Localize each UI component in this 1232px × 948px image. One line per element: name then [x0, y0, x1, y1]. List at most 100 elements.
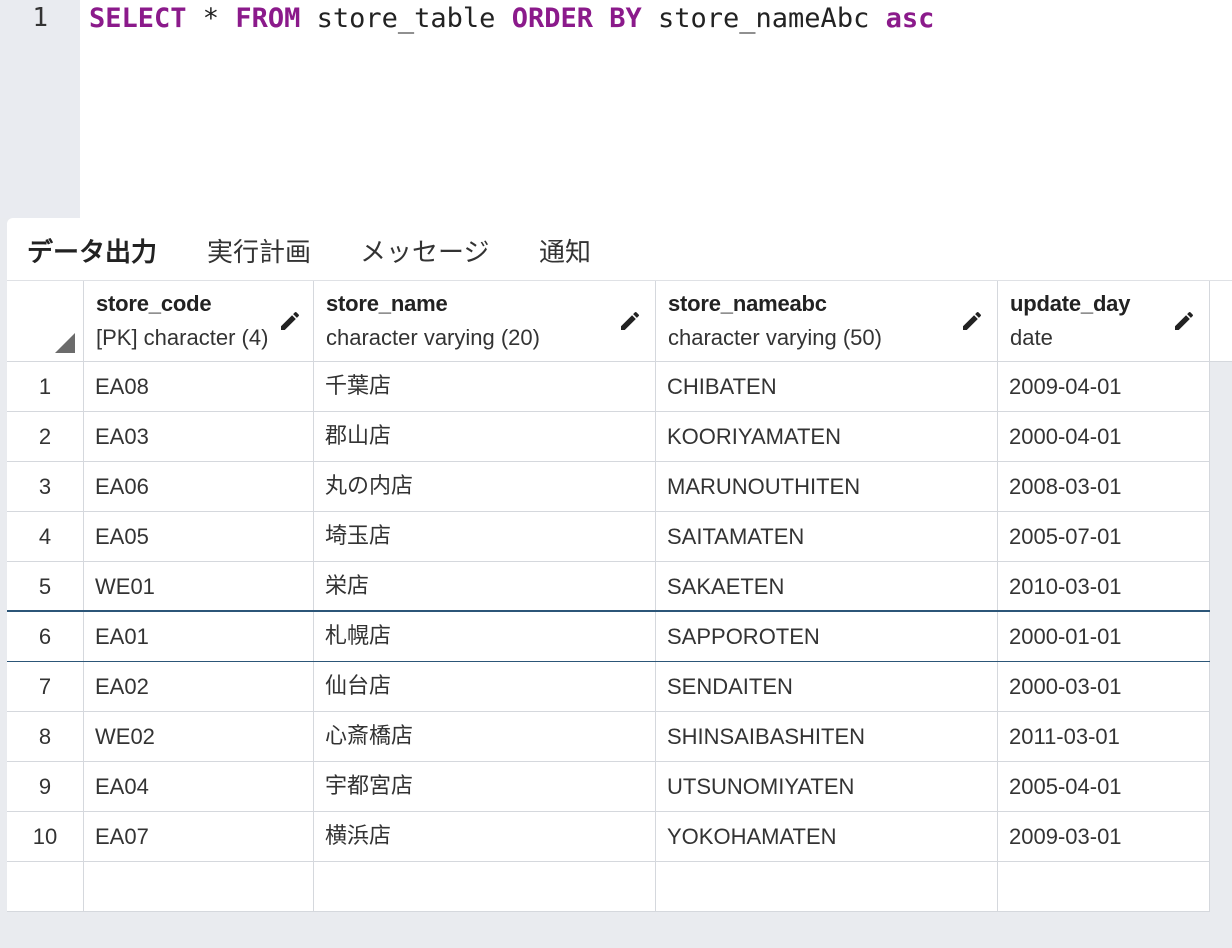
column-type: [PK] character (4) — [96, 325, 269, 350]
cell-store-nameabc[interactable]: SAITAMATEN — [656, 512, 998, 561]
keyword-order: ORDER — [511, 3, 593, 34]
row-number[interactable]: 10 — [7, 812, 84, 861]
cell-store-nameabc[interactable]: MARUNOUTHITEN — [656, 462, 998, 511]
row-number[interactable]: 9 — [7, 762, 84, 811]
keyword-asc: asc — [885, 3, 935, 34]
cell-store-nameabc[interactable]: SAKAETEN — [656, 562, 998, 611]
cell-update-day[interactable]: 2000-01-01 — [998, 612, 1210, 661]
cell-store-name[interactable]: 丸の内店 — [314, 462, 656, 511]
keyword-select: SELECT — [89, 3, 187, 34]
column-header-store-name[interactable]: store_name character varying (20) — [314, 281, 656, 361]
row-number[interactable] — [7, 862, 84, 911]
pencil-icon[interactable] — [960, 309, 984, 333]
row-number[interactable]: 4 — [7, 512, 84, 561]
cell-update-day[interactable]: 2011-03-01 — [998, 712, 1210, 761]
column-header-update-day[interactable]: update_day date — [998, 281, 1210, 361]
cell-store-code[interactable]: EA01 — [84, 612, 314, 661]
row-number[interactable]: 2 — [7, 412, 84, 461]
column-header-store-nameabc[interactable]: store_nameabc character varying (50) — [656, 281, 998, 361]
cell-update-day[interactable]: 2005-04-01 — [998, 762, 1210, 811]
cell-store-name[interactable] — [314, 862, 656, 911]
tab-messages[interactable]: メッセージ — [360, 232, 489, 269]
sql-query-line[interactable]: SELECT * FROM store_table ORDER BY store… — [89, 3, 934, 34]
table-name: store_table — [300, 3, 512, 34]
cell-update-day[interactable]: 2005-07-01 — [998, 512, 1210, 561]
cell-store-code[interactable]: WE02 — [84, 712, 314, 761]
cell-store-code[interactable]: EA07 — [84, 812, 314, 861]
cell-store-code[interactable]: EA04 — [84, 762, 314, 811]
cell-store-name[interactable]: 栄店 — [314, 562, 656, 611]
cell-store-nameabc[interactable]: SENDAITEN — [656, 662, 998, 711]
row-number[interactable]: 1 — [7, 362, 84, 411]
row-number[interactable]: 7 — [7, 662, 84, 711]
cell-store-nameabc[interactable] — [656, 862, 998, 911]
table-row[interactable]: 4 EA05 埼玉店 SAITAMATEN 2005-07-01 — [7, 512, 1210, 562]
cell-store-name[interactable]: 札幌店 — [314, 612, 656, 661]
cell-store-nameabc[interactable]: KOORIYAMATEN — [656, 412, 998, 461]
tab-notifications[interactable]: 通知 — [539, 232, 591, 269]
select-star: * — [186, 3, 236, 34]
cell-store-name[interactable]: 仙台店 — [314, 662, 656, 711]
column-name: update_day — [1010, 291, 1131, 316]
column-name: store_nameabc — [668, 291, 827, 316]
table-row[interactable]: 6 EA01 札幌店 SAPPOROTEN 2000-01-01 — [7, 610, 1210, 663]
pencil-icon[interactable] — [278, 309, 302, 333]
cell-store-name[interactable]: 横浜店 — [314, 812, 656, 861]
results-panel: データ出力 実行計画 メッセージ 通知 store_code [PK] char… — [7, 218, 1232, 948]
line-number: 1 — [32, 3, 48, 33]
cell-update-day[interactable]: 2009-04-01 — [998, 362, 1210, 411]
row-number[interactable]: 8 — [7, 712, 84, 761]
pencil-icon[interactable] — [1172, 309, 1196, 333]
cell-update-day[interactable]: 2009-03-01 — [998, 812, 1210, 861]
column-header-store-code[interactable]: store_code [PK] character (4) — [84, 281, 314, 361]
table-row[interactable]: 10 EA07 横浜店 YOKOHAMATEN 2009-03-01 — [7, 812, 1210, 862]
cell-store-name[interactable]: 千葉店 — [314, 362, 656, 411]
table-row[interactable]: 5 WE01 栄店 SAKAETEN 2010-03-01 — [7, 562, 1210, 612]
table-row[interactable]: 8 WE02 心斎橋店 SHINSAIBASHITEN 2011-03-01 — [7, 712, 1210, 762]
cell-update-day[interactable] — [998, 862, 1210, 911]
column-name: store_code — [96, 291, 212, 316]
cell-store-name[interactable]: 宇都宮店 — [314, 762, 656, 811]
cell-store-nameabc[interactable]: SHINSAIBASHITEN — [656, 712, 998, 761]
cell-store-code[interactable]: EA06 — [84, 462, 314, 511]
cell-store-name[interactable]: 郡山店 — [314, 412, 656, 461]
cell-update-day[interactable]: 2000-04-01 — [998, 412, 1210, 461]
cell-update-day[interactable]: 2010-03-01 — [998, 562, 1210, 611]
cell-store-nameabc[interactable]: SAPPOROTEN — [656, 612, 998, 661]
cell-store-nameabc[interactable]: UTSUNOMIYATEN — [656, 762, 998, 811]
table-row[interactable]: 3 EA06 丸の内店 MARUNOUTHITEN 2008-03-01 — [7, 462, 1210, 512]
table-row[interactable]: 1 EA08 千葉店 CHIBATEN 2009-04-01 — [7, 362, 1210, 412]
cell-store-code[interactable] — [84, 862, 314, 911]
table-row[interactable]: 9 EA04 宇都宮店 UTSUNOMIYATEN 2005-04-01 — [7, 762, 1210, 812]
keyword-from: FROM — [235, 3, 301, 34]
cell-store-code[interactable]: EA02 — [84, 662, 314, 711]
select-all-corner[interactable] — [7, 281, 84, 361]
tab-data-output[interactable]: データ出力 — [27, 232, 157, 269]
table-row[interactable]: 7 EA02 仙台店 SENDAITEN 2000-03-01 — [7, 662, 1210, 712]
grid-header-row: store_code [PK] character (4) store_name… — [7, 281, 1232, 362]
table-row[interactable]: 2 EA03 郡山店 KOORIYAMATEN 2000-04-01 — [7, 412, 1210, 462]
line-gutter: 1 — [0, 0, 80, 218]
order-column: store_nameAbc — [641, 3, 886, 34]
column-type: date — [1010, 325, 1053, 350]
cell-store-name[interactable]: 埼玉店 — [314, 512, 656, 561]
row-number[interactable]: 5 — [7, 562, 84, 611]
cell-store-code[interactable]: EA08 — [84, 362, 314, 411]
pencil-icon[interactable] — [618, 309, 642, 333]
row-number[interactable]: 3 — [7, 462, 84, 511]
cell-store-name[interactable]: 心斎橋店 — [314, 712, 656, 761]
sql-editor[interactable]: 1 SELECT * FROM store_table ORDER BY sto… — [0, 0, 1232, 218]
tab-explain[interactable]: 実行計画 — [207, 232, 311, 269]
cell-update-day[interactable]: 2000-03-01 — [998, 662, 1210, 711]
cell-store-code[interactable]: EA05 — [84, 512, 314, 561]
column-name: store_name — [326, 291, 448, 316]
empty-row[interactable] — [7, 862, 1210, 912]
corner-triangle-icon — [55, 333, 75, 353]
cell-store-code[interactable]: EA03 — [84, 412, 314, 461]
cell-store-nameabc[interactable]: YOKOHAMATEN — [656, 812, 998, 861]
row-number[interactable]: 6 — [7, 612, 84, 661]
cell-store-nameabc[interactable]: CHIBATEN — [656, 362, 998, 411]
cell-store-code[interactable]: WE01 — [84, 562, 314, 611]
column-type: character varying (50) — [668, 325, 882, 350]
cell-update-day[interactable]: 2008-03-01 — [998, 462, 1210, 511]
